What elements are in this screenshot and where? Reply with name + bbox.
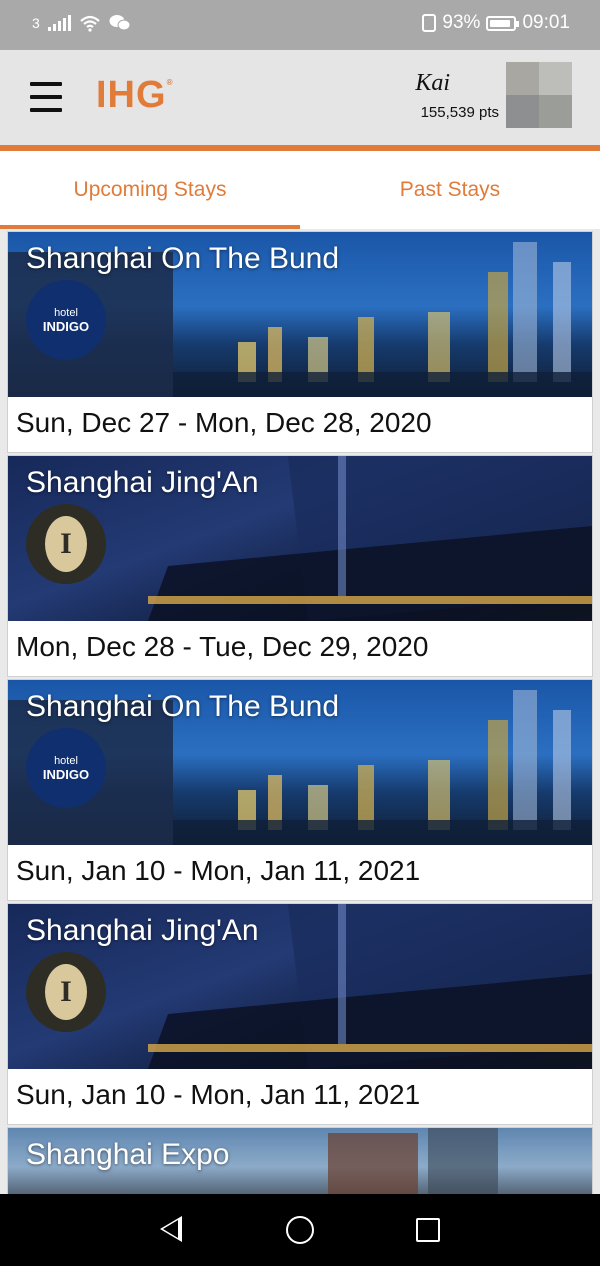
hotel-name: Shanghai On The Bund bbox=[26, 690, 340, 723]
logo-registered-mark: ® bbox=[166, 78, 174, 88]
status-left: 3 bbox=[32, 14, 131, 32]
status-bar: 3 93% 09:01 bbox=[0, 0, 600, 50]
wechat-icon bbox=[109, 15, 131, 31]
stay-dates: Sun, Jan 10 - Mon, Jan 11, 2021 bbox=[16, 855, 421, 886]
recents-icon[interactable] bbox=[416, 1218, 440, 1242]
hotel-indigo-logo: hotel INDIGO bbox=[26, 280, 106, 360]
stay-dates: Sun, Dec 27 - Mon, Dec 28, 2020 bbox=[16, 407, 432, 438]
vibrate-icon bbox=[422, 14, 437, 32]
hotel-photo: Shanghai Jing'An I bbox=[8, 456, 592, 621]
hotel-photo: Shanghai Jing'An I bbox=[8, 904, 592, 1069]
stay-dates: Mon, Dec 28 - Tue, Dec 29, 2020 bbox=[16, 631, 429, 662]
wifi-icon bbox=[80, 15, 100, 32]
system-nav-bar bbox=[0, 1194, 600, 1266]
tab-upcoming-stays[interactable]: Upcoming Stays bbox=[0, 151, 300, 229]
intercontinental-logo: I bbox=[26, 504, 106, 584]
brand-logo-text: INDIGO bbox=[42, 767, 90, 782]
ihg-logo: IHG® bbox=[96, 74, 173, 117]
stay-tabs: Upcoming Stays Past Stays bbox=[0, 151, 600, 229]
avatar[interactable] bbox=[506, 62, 572, 128]
hotel-name: Shanghai On The Bund bbox=[26, 242, 340, 275]
stay-dates: Sun, Jan 10 - Mon, Jan 11, 2021 bbox=[16, 1079, 421, 1110]
home-icon[interactable] bbox=[286, 1216, 314, 1244]
clock: 09:01 bbox=[522, 12, 570, 33]
brand-seal: I bbox=[45, 964, 87, 1020]
back-icon[interactable] bbox=[160, 1216, 182, 1242]
stay-card[interactable]: Shanghai Jing'An I Mon, Dec 28 - Tue, De… bbox=[7, 455, 593, 677]
hotel-name: Shanghai Expo bbox=[26, 1138, 230, 1171]
stay-card[interactable]: Shanghai On The Bund hotel INDIGO Sun, Ja… bbox=[7, 679, 593, 901]
tab-past-stays[interactable]: Past Stays bbox=[300, 151, 600, 229]
hotel-name: Shanghai Jing'An bbox=[26, 466, 259, 499]
sim-indicator: 3 bbox=[32, 15, 40, 31]
hamburger-icon[interactable] bbox=[30, 82, 62, 112]
logo-text: IHG bbox=[96, 74, 167, 116]
battery-percent: 93% bbox=[442, 12, 481, 33]
user-name: Kai bbox=[415, 70, 450, 96]
points-balance: 155,539 pts bbox=[420, 104, 499, 121]
stay-card[interactable]: Shanghai On The Bund hotel INDIGO Sun, De… bbox=[7, 231, 593, 453]
hotel-photo: Shanghai On The Bund hotel INDIGO bbox=[8, 232, 592, 397]
app-header: IHG® Kai 155,539 pts bbox=[0, 50, 600, 151]
signal-icon bbox=[47, 15, 71, 31]
brand-logo-text: INDIGO bbox=[42, 319, 90, 334]
intercontinental-logo: I bbox=[26, 952, 106, 1032]
stays-list[interactable]: Shanghai On The Bund hotel INDIGO Sun, De… bbox=[7, 231, 593, 1194]
brand-seal: I bbox=[45, 516, 87, 572]
status-right: 93% 09:01 bbox=[422, 12, 570, 34]
hotel-photo: Shanghai On The Bund hotel INDIGO bbox=[8, 680, 592, 845]
battery-icon bbox=[486, 15, 520, 31]
hotel-name: Shanghai Jing'An bbox=[26, 914, 259, 947]
hotel-photo: Shanghai Expo bbox=[8, 1128, 592, 1194]
hotel-indigo-logo: hotel INDIGO bbox=[26, 728, 106, 808]
stay-card[interactable]: Shanghai Jing'An I Sun, Jan 10 - Mon, Ja… bbox=[7, 903, 593, 1125]
stay-card[interactable]: Shanghai Expo bbox=[7, 1127, 593, 1194]
